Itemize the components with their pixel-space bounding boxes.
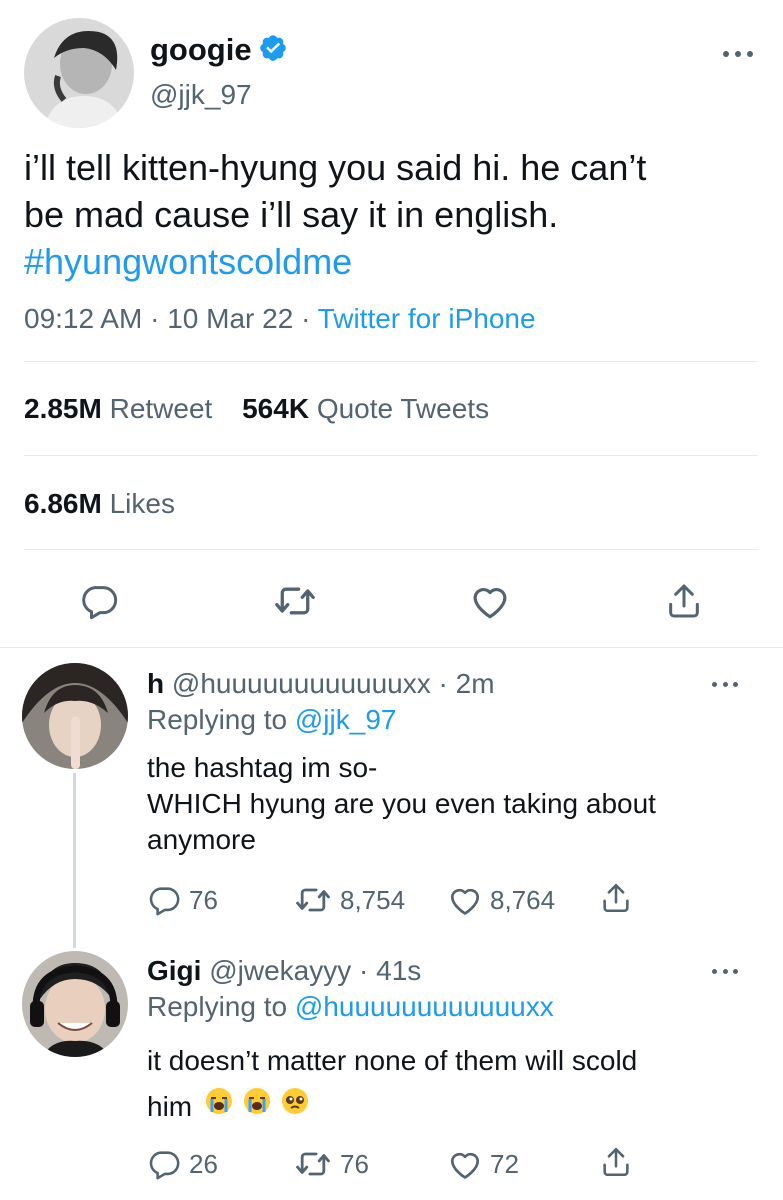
- divider: [24, 549, 758, 550]
- reply-time[interactable]: 2m: [456, 668, 495, 699]
- more-options-icon[interactable]: [723, 49, 753, 59]
- retweets-label: Retweet: [109, 393, 213, 424]
- quotes-count: 564K: [242, 393, 310, 424]
- tweet-meta: 09:12 AM · 10 Mar 22 · Twitter for iPhon…: [24, 303, 536, 335]
- like-icon[interactable]: [447, 883, 483, 917]
- meta-separator: ·: [438, 668, 448, 699]
- retweets-count: 2.85M: [24, 393, 102, 424]
- share-icon[interactable]: [664, 581, 704, 621]
- retweet-count: 8,754: [340, 885, 406, 915]
- reply-handle[interactable]: @jwekayyy: [209, 955, 351, 986]
- retweet-icon[interactable]: [294, 1147, 332, 1181]
- retweets-stat[interactable]: 2.85M Retweet: [24, 393, 220, 424]
- reply-header: Gigi @jwekayyy · 41s: [147, 955, 421, 987]
- more-options-icon[interactable]: [712, 966, 738, 976]
- tweet-source-link[interactable]: Twitter for iPhone: [318, 303, 536, 334]
- divider: [24, 455, 758, 456]
- tweet-date[interactable]: 10 Mar 22: [167, 303, 293, 334]
- loudly-crying-face-emoji-icon: [204, 1084, 234, 1130]
- like-icon[interactable]: [447, 1147, 483, 1181]
- replying-to-handle[interactable]: @jjk_97: [295, 704, 397, 735]
- replying-to-label: Replying to: [147, 704, 288, 735]
- reply-text-line-1: the hashtag im so-: [147, 752, 378, 783]
- hashtag-link[interactable]: #hyungwontscoldme: [24, 238, 764, 285]
- author-name-row: googie: [150, 30, 288, 70]
- reply-text: it doesn’t matter none of them will scol…: [147, 1038, 637, 1130]
- replying-to-line: Replying to @jjk_97: [147, 704, 396, 736]
- reply-time[interactable]: 41s: [376, 955, 421, 986]
- quotes-stat[interactable]: 564K Quote Tweets: [242, 393, 489, 424]
- reply-text-line-2-row: him: [147, 1084, 637, 1130]
- author-handle[interactable]: @jjk_97: [150, 79, 252, 111]
- reply-text: the hashtag im so- WHICH hyung are you e…: [147, 750, 656, 858]
- likes-label: Likes: [109, 488, 175, 519]
- quotes-label: Quote Tweets: [316, 393, 490, 424]
- tweet-time[interactable]: 09:12 AM: [24, 303, 142, 334]
- likes-count: 6.86M: [24, 488, 102, 519]
- retweet-icon[interactable]: [294, 883, 332, 917]
- tweet-text: i’ll tell kitten-hyung you said hi. he c…: [24, 144, 764, 285]
- reply-count: 76: [189, 885, 218, 915]
- pleading-face-emoji-icon: [280, 1084, 310, 1130]
- divider: [0, 647, 783, 648]
- author-avatar[interactable]: [24, 18, 134, 128]
- replying-to-line: Replying to @huuuuuuuuuuuuxx: [147, 991, 554, 1023]
- likes-stat[interactable]: 6.86M Likes: [24, 488, 175, 520]
- tweet-text-line-2: be mad cause i’ll say it in english.: [24, 194, 559, 235]
- share-icon[interactable]: [599, 881, 633, 915]
- retweet-icon[interactable]: [273, 581, 317, 621]
- reply-text-line-1: it doesn’t matter none of them will scol…: [147, 1045, 638, 1076]
- reply-avatar[interactable]: [22, 951, 128, 1057]
- like-count: 72: [490, 1149, 519, 1179]
- reply-icon[interactable]: [147, 1147, 181, 1181]
- reply-text-line-2: him: [147, 1091, 193, 1122]
- tweet-text-line-1: i’ll tell kitten-hyung you said hi. he c…: [24, 147, 647, 188]
- reply-icon[interactable]: [147, 883, 181, 917]
- reply-icon[interactable]: [79, 581, 119, 621]
- reply-display-name[interactable]: Gigi: [147, 955, 201, 986]
- reply-text-line-2: WHICH hyung are you even taking about: [147, 788, 656, 819]
- like-icon[interactable]: [469, 581, 511, 621]
- reply-avatar[interactable]: [22, 663, 128, 769]
- reply-thread-line: [73, 773, 76, 948]
- replying-to-label: Replying to: [147, 991, 288, 1022]
- meta-separator: ·: [150, 303, 160, 334]
- reply-text-line-3: anymore: [147, 824, 256, 855]
- share-icon[interactable]: [599, 1145, 633, 1179]
- divider: [24, 361, 758, 362]
- replying-to-handle[interactable]: @huuuuuuuuuuuuxx: [295, 991, 554, 1022]
- author-display-name[interactable]: googie: [150, 32, 252, 68]
- meta-separator: ·: [301, 303, 311, 334]
- reply-header: h @huuuuuuuuuuuuxx · 2m: [147, 668, 495, 700]
- reply-handle[interactable]: @huuuuuuuuuuuuxx: [172, 668, 431, 699]
- reply-count: 26: [189, 1149, 218, 1179]
- verified-badge-icon: [258, 33, 288, 68]
- loudly-crying-face-emoji-icon: [242, 1084, 272, 1130]
- meta-separator: ·: [359, 955, 369, 986]
- retweet-count: 76: [340, 1149, 369, 1179]
- engagement-stats-row-1: 2.85M Retweet 564K Quote Tweets: [24, 393, 489, 425]
- like-count: 8,764: [490, 885, 556, 915]
- more-options-icon[interactable]: [712, 679, 738, 689]
- reply-display-name[interactable]: h: [147, 668, 164, 699]
